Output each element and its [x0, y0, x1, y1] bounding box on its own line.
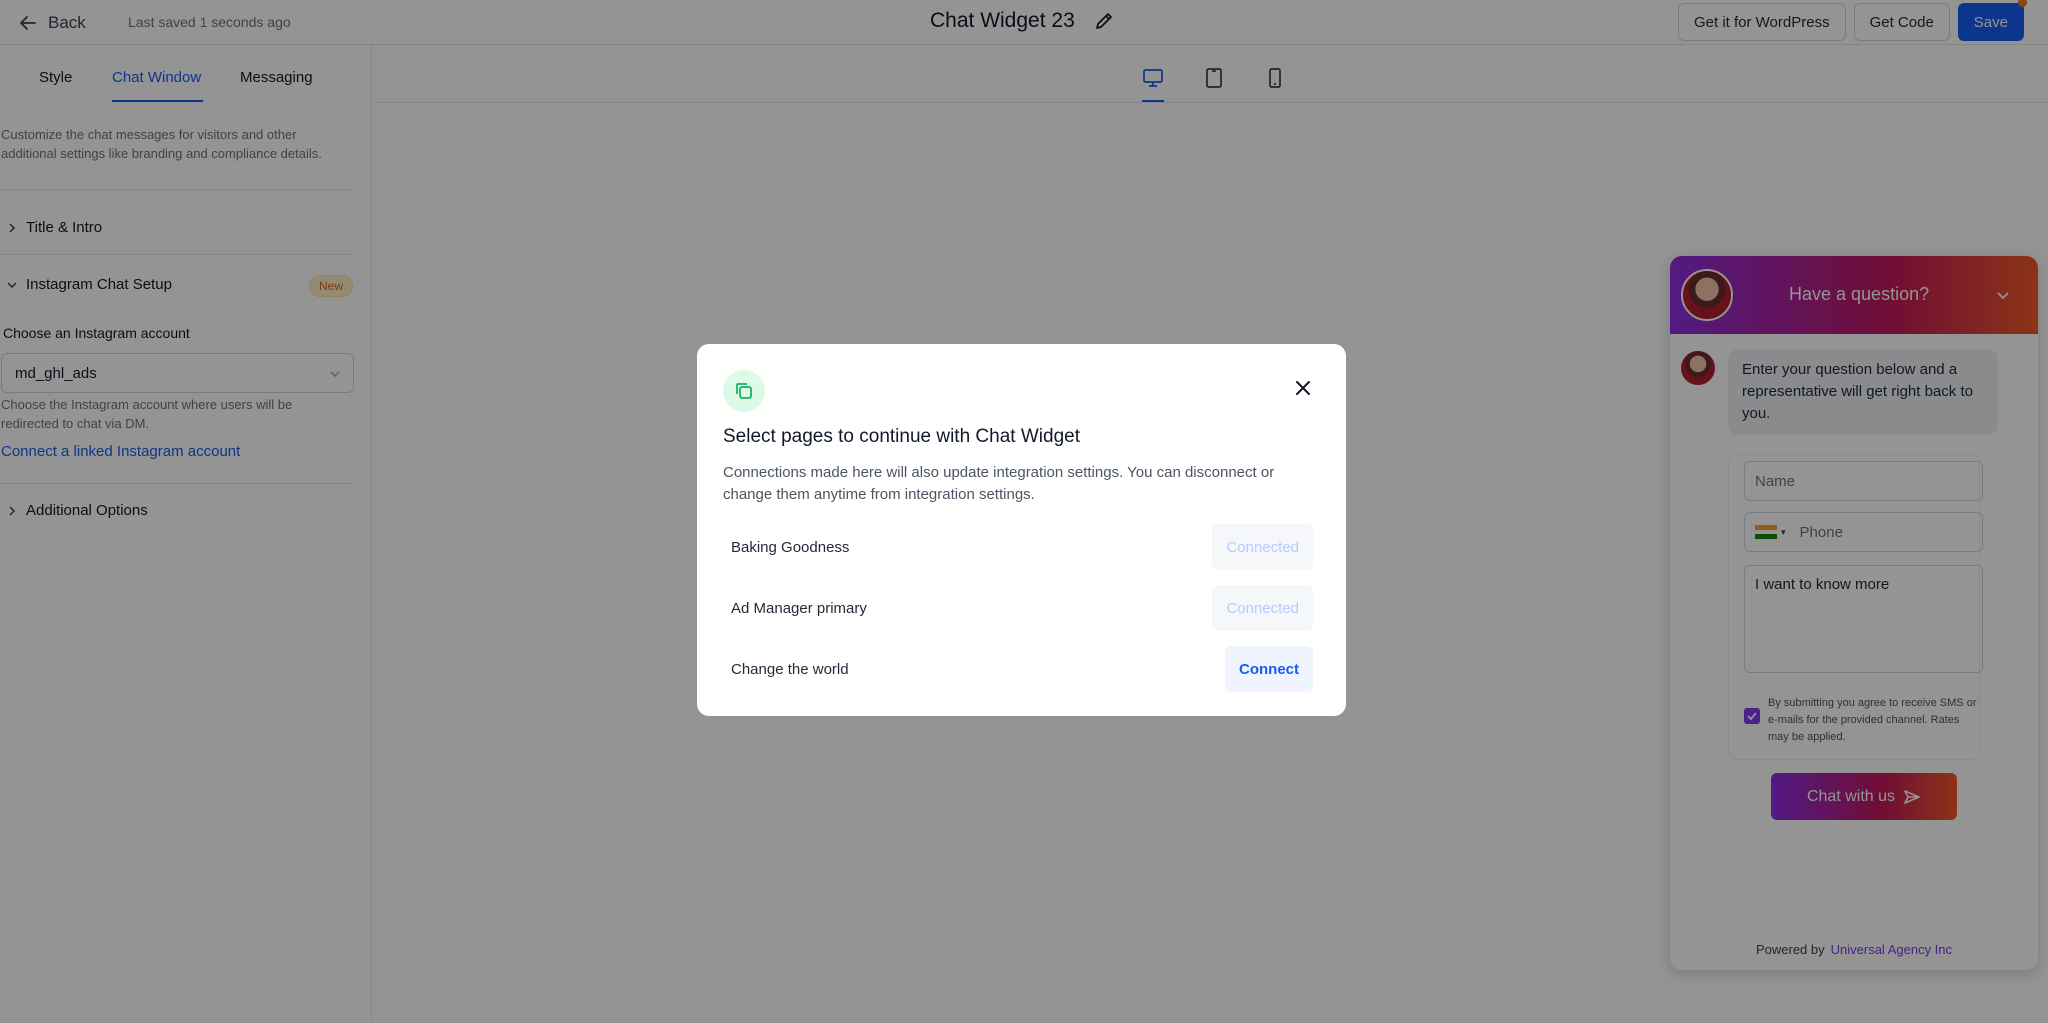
connected-button: Connected — [1212, 585, 1313, 631]
page-name: Change the world — [731, 660, 849, 678]
select-pages-modal: Select pages to continue with Chat Widge… — [697, 344, 1346, 716]
page-row: Baking Goodness Connected — [731, 524, 1313, 570]
connected-button: Connected — [1212, 524, 1313, 570]
modal-title: Select pages to continue with Chat Widge… — [723, 426, 1080, 447]
close-icon[interactable] — [1294, 379, 1312, 397]
connect-button[interactable]: Connect — [1225, 646, 1313, 692]
pages-icon — [723, 370, 765, 412]
modal-description: Connections made here will also update i… — [723, 464, 1275, 503]
page-name: Ad Manager primary — [731, 599, 867, 617]
page-row: Change the world Connect — [731, 646, 1313, 692]
page-name: Baking Goodness — [731, 538, 850, 556]
page-row: Ad Manager primary Connected — [731, 585, 1313, 631]
